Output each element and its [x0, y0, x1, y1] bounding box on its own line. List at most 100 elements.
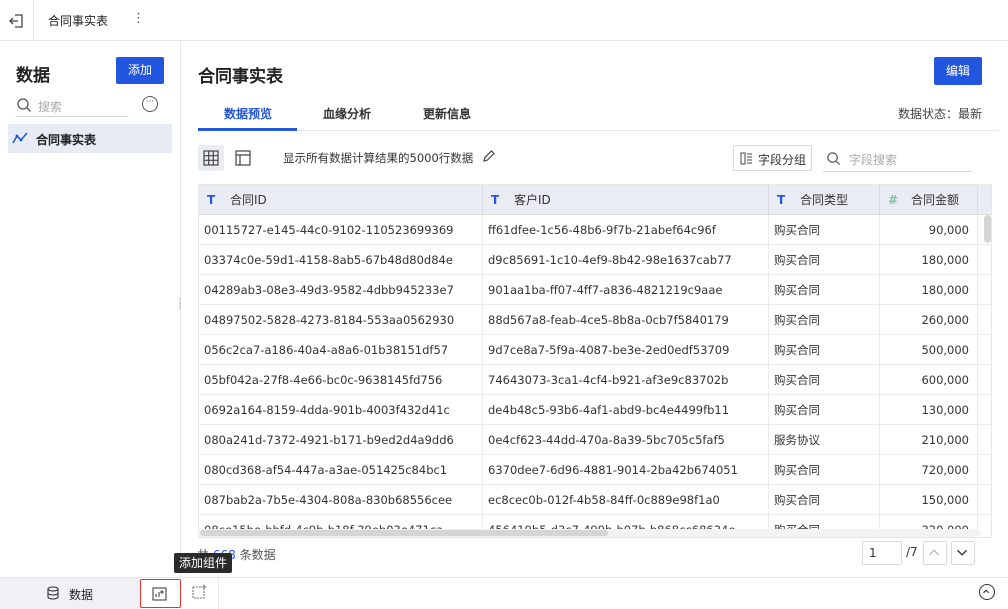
page-number-input[interactable]: 1 [862, 541, 902, 565]
table-cell: 购买合同 [769, 395, 880, 425]
row-limit-note: 显示所有数据计算结果的5000行数据 [283, 151, 474, 165]
add-component-button[interactable] [140, 579, 181, 608]
table-cell: ec8cec0b-012f-4b58-84ff-0c889e98f1a0 [483, 485, 769, 515]
table-cell: 080cd368-af54-447a-a3ae-051425c84bc1 [199, 455, 483, 485]
table-cell-overflow [978, 455, 991, 485]
table-cell: 130,000 [880, 395, 978, 425]
table-cell: 901aa1ba-ff07-4ff7-a836-4821219c9aae [483, 275, 769, 305]
table-cell: 500,000 [880, 335, 978, 365]
search-icon [827, 152, 841, 166]
table-cell: 购买合同 [769, 455, 880, 485]
table-cell: de4b48c5-93b6-4af1-abd9-bc4e4499fb11 [483, 395, 769, 425]
vertical-scrollbar[interactable] [984, 215, 991, 243]
prev-page-button[interactable] [923, 541, 947, 565]
column-header[interactable]: T 合同ID [199, 185, 483, 215]
data-status: 数据状态：最新 [898, 107, 983, 121]
table-cell: 180,000 [880, 245, 978, 275]
table-cell: 购买合同 [769, 365, 880, 395]
table-cell: 购买合同 [769, 335, 880, 365]
table-cell: 210,000 [880, 425, 978, 455]
table-cell: 90,000 [880, 215, 978, 245]
add-chart-icon [152, 587, 167, 601]
table-cell: 087bab2a-7b5e-4304-808a-830b68556cee [199, 485, 483, 515]
table-row[interactable]: 00115727-e145-44c0-9102-110523699369 ff61… [199, 215, 991, 245]
main-panel: 合同事实表 编辑 数据预览 血缘分析 更新信息 数据状态：最新 显示所有数据计算… [182, 41, 1008, 577]
table-cell: 05bf042a-27f8-4e66-bc0c-9638145fd756 [199, 365, 483, 395]
text-type-icon: T [777, 193, 786, 207]
table-row[interactable]: 0692a164-8159-4dda-901b-4003f432d41c de4b… [199, 395, 991, 425]
table-cell: 购买合同 [769, 215, 880, 245]
table-row[interactable]: 080a241d-7372-4921-b171-b9ed2d4a9dd6 0e4c… [199, 425, 991, 455]
grid-view-button[interactable] [198, 145, 224, 171]
table-row[interactable]: 05bf042a-27f8-4e66-bc0c-9638145fd756 7464… [199, 365, 991, 395]
page-title: 合同事实表 [198, 67, 283, 87]
data-tab-label: 数据 [69, 588, 94, 602]
exit-icon[interactable] [8, 12, 26, 30]
field-group-button[interactable]: 字段分组 [733, 145, 812, 171]
table-cell-overflow [978, 275, 991, 305]
table-cell-overflow [978, 335, 991, 365]
field-group-label: 字段分组 [758, 153, 807, 167]
table-cell: 150,000 [880, 485, 978, 515]
table-row[interactable]: 03374c0e-59d1-4158-8ab5-67b48d80d84e d9c8… [199, 245, 991, 275]
column-header[interactable]: T 合同类型 [769, 185, 880, 215]
table-icon [235, 150, 251, 166]
divider [33, 0, 34, 41]
next-page-button[interactable] [951, 541, 975, 565]
table-cell: 6370dee7-6d96-4881-9014-2ba42b674051 [483, 455, 769, 485]
add-filter-component-button[interactable] [181, 578, 219, 609]
data-table: T 合同ID T 客户ID T 合同类型 # 合同金额 00115727-e145-44… [198, 184, 992, 538]
table-cell: 购买合同 [769, 305, 880, 335]
field-search-input[interactable]: 字段搜索 [823, 145, 973, 172]
table-row[interactable]: 087bab2a-7b5e-4304-808a-830b68556cee ec8c… [199, 485, 991, 515]
horizontal-scrollbar[interactable] [200, 530, 608, 536]
sidebar-item-label: 合同事实表 [36, 133, 97, 147]
collapse-up-button[interactable] [979, 584, 995, 600]
active-tab-indicator [198, 128, 297, 131]
table-row[interactable]: 080cd368-af54-447a-a3ae-051425c84bc1 6370… [199, 455, 991, 485]
text-type-icon: T [491, 193, 500, 207]
data-tab[interactable]: 数据 [0, 578, 140, 609]
tab-data-preview[interactable]: 数据预览 [224, 105, 272, 122]
more-icon[interactable]: ⋮ [132, 11, 145, 26]
table-view-button[interactable] [230, 145, 256, 171]
database-icon [47, 586, 59, 600]
sidebar-title: 数据 [16, 66, 50, 86]
sidebar-search-input[interactable]: 搜索 [16, 95, 128, 117]
sidebar-item-contract-fact-table[interactable]: 合同事实表 [8, 124, 172, 153]
table-cell: 260,000 [880, 305, 978, 335]
table-row[interactable]: 056c2ca7-a186-40a4-a8a6-01b38151df57 9d7c… [199, 335, 991, 365]
table-cell-overflow [978, 365, 991, 395]
table-cell: 600,000 [880, 365, 978, 395]
table-cell: 04289ab3-08e3-49d3-9582-4dbb945233e7 [199, 275, 483, 305]
table-cell: 180,000 [880, 275, 978, 305]
table-cell: 00115727-e145-44c0-9102-110523699369 [199, 215, 483, 245]
tab-bar: 数据预览 血缘分析 更新信息 数据状态：最新 [198, 98, 998, 131]
edit-button[interactable]: 编辑 [934, 57, 982, 85]
number-type-icon: # [888, 193, 899, 207]
column-header[interactable]: # 合同金额 [880, 185, 978, 215]
table-cell: 购买合同 [769, 245, 880, 275]
field-search-placeholder: 字段搜索 [849, 153, 898, 167]
more-options-icon[interactable]: ··· [142, 96, 158, 112]
dashboard-tab[interactable]: 合同事实表 [48, 12, 108, 29]
table-cell: 88d567a8-feab-4ce5-8b8a-0cb7f5840179 [483, 305, 769, 335]
chevron-down-icon [957, 549, 968, 556]
table-cell-overflow [978, 245, 991, 275]
table-cell: 080a241d-7372-4921-b171-b9ed2d4a9dd6 [199, 425, 483, 455]
tab-lineage[interactable]: 血缘分析 [323, 105, 371, 122]
column-header[interactable]: T 客户ID [483, 185, 769, 215]
tab-update-info[interactable]: 更新信息 [423, 105, 471, 122]
search-icon [17, 98, 31, 112]
table-cell: 056c2ca7-a186-40a4-a8a6-01b38151df57 [199, 335, 483, 365]
table-header: T 合同ID T 客户ID T 合同类型 # 合同金额 [199, 185, 991, 215]
table-cell: 720,000 [880, 455, 978, 485]
edit-pencil-icon[interactable] [482, 149, 496, 163]
table-cell-overflow [978, 485, 991, 515]
table-cell: 03374c0e-59d1-4158-8ab5-67b48d80d84e [199, 245, 483, 275]
chevron-up-icon [983, 589, 990, 594]
add-component-icon [192, 584, 207, 599]
add-button[interactable]: 添加 [116, 57, 164, 84]
table-row[interactable]: 04289ab3-08e3-49d3-9582-4dbb945233e7 901a… [199, 275, 991, 305]
table-row[interactable]: 04897502-5828-4273-8184-553aa0562930 88d5… [199, 305, 991, 335]
